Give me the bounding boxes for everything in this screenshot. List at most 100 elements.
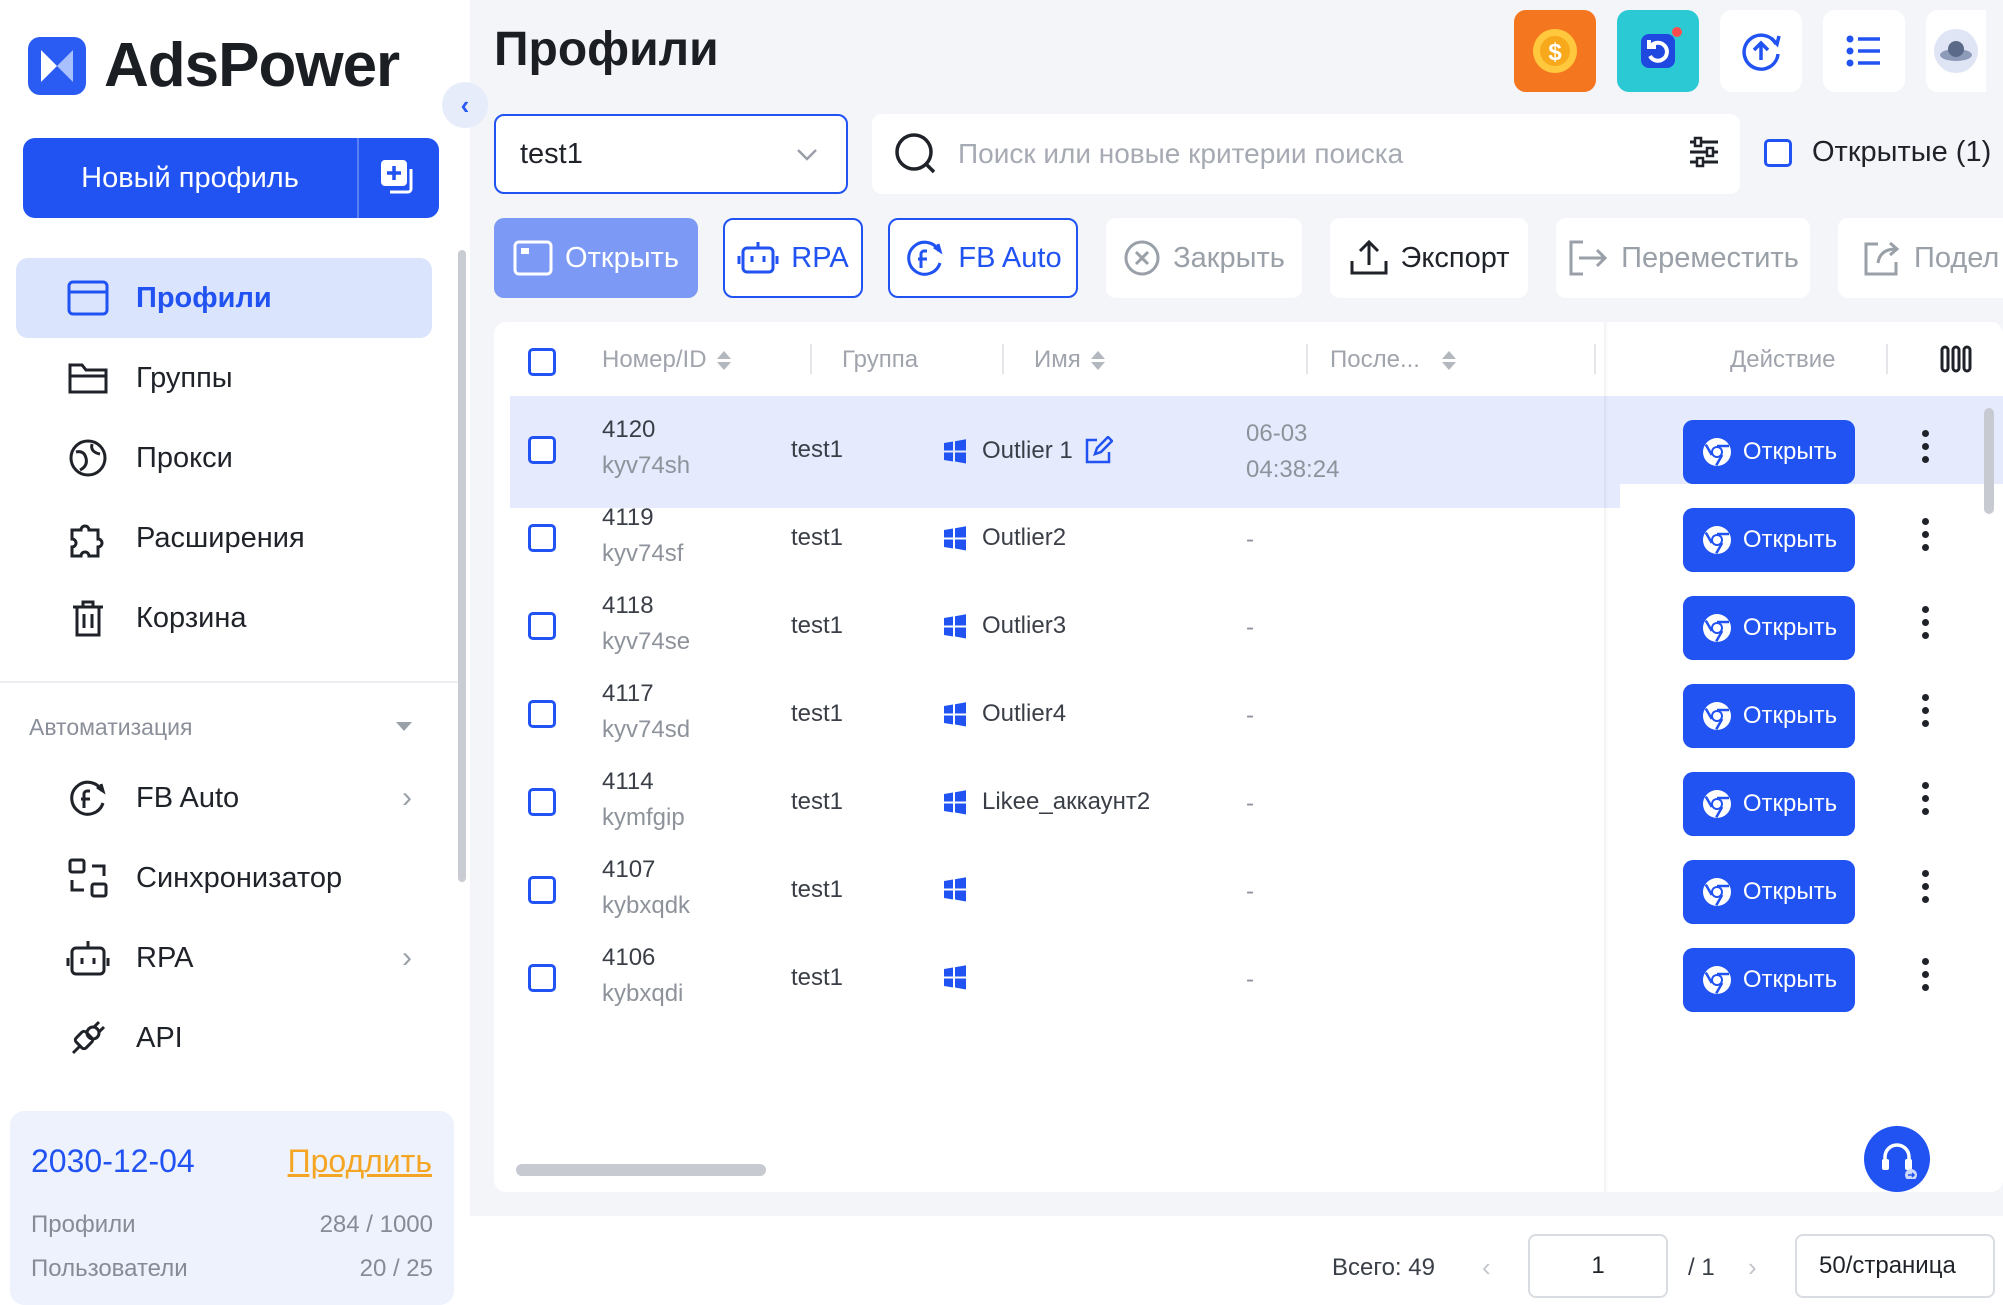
more-options-icon[interactable] xyxy=(1910,782,1940,821)
plan-expiry-date: 2030-12-04 xyxy=(31,1143,195,1179)
more-options-icon[interactable] xyxy=(1910,606,1940,645)
more-options-icon[interactable] xyxy=(1910,958,1940,997)
export-button[interactable]: Экспорт xyxy=(1330,218,1528,298)
row-checkbox[interactable] xyxy=(528,612,556,640)
row-checkbox[interactable] xyxy=(528,700,556,728)
column-header-last-opened[interactable]: После... xyxy=(1330,346,1456,374)
search-input[interactable] xyxy=(958,138,1638,170)
open-profile-label: Открыть xyxy=(1742,790,1838,817)
group-select[interactable]: test1 xyxy=(494,114,848,194)
opened-filter[interactable]: Открытые (1) xyxy=(1764,136,1991,169)
open-profile-button[interactable]: Открыть xyxy=(1683,596,1855,660)
row-checkbox[interactable] xyxy=(528,524,556,552)
row-checkbox[interactable] xyxy=(528,436,556,464)
open-profile-button[interactable]: Открыть xyxy=(1683,420,1855,484)
close-button[interactable]: Закрыть xyxy=(1106,218,1302,298)
profile-name: Outlier3 xyxy=(942,612,1066,640)
refresh-app-icon[interactable] xyxy=(1617,10,1699,92)
open-selected-button[interactable]: Открыть xyxy=(494,218,698,298)
sidebar-item-trash[interactable]: Корзина xyxy=(16,578,432,658)
open-profile-button[interactable]: Открыть xyxy=(1683,860,1855,924)
renew-link[interactable]: Продлить xyxy=(288,1143,432,1180)
open-profile-button[interactable]: Открыть xyxy=(1683,508,1855,572)
upload-sync-icon[interactable] xyxy=(1720,10,1802,92)
sidebar-scrollbar[interactable] xyxy=(458,250,466,882)
chevron-right-icon: › xyxy=(402,941,412,974)
brand-name: AdsPower xyxy=(104,31,400,100)
sidebar-item-profiles[interactable]: Профили xyxy=(16,258,432,338)
row-checkbox[interactable] xyxy=(528,788,556,816)
sidebar-item-rpa[interactable]: RPA › xyxy=(16,918,432,998)
new-profile-label[interactable]: Новый профиль xyxy=(23,138,359,218)
column-settings-icon[interactable] xyxy=(1940,344,1972,374)
column-header-group: Группа xyxy=(842,346,918,374)
sidebar-item-extensions[interactable]: Расширения xyxy=(16,498,432,578)
windows-icon xyxy=(942,525,968,551)
open-profile-button[interactable]: Открыть xyxy=(1683,684,1855,748)
sidebar-item-groups[interactable]: Группы xyxy=(16,338,432,418)
column-header-name[interactable]: Имя xyxy=(1034,346,1105,374)
search-icon xyxy=(892,130,938,181)
chrome-icon xyxy=(1701,700,1733,732)
profile-name: Likee_аккаунт2 xyxy=(942,788,1150,816)
profile-group: test1 xyxy=(791,436,844,463)
chrome-icon xyxy=(1701,876,1733,908)
open-profile-button[interactable]: Открыть xyxy=(1683,772,1855,836)
page-size-select[interactable]: 50/страница xyxy=(1795,1234,1995,1298)
chrome-icon xyxy=(1701,964,1733,996)
more-options-icon[interactable] xyxy=(1910,870,1940,909)
sidebar-item-proxy[interactable]: Прокси xyxy=(16,418,432,498)
move-button[interactable]: Переместить xyxy=(1556,218,1810,298)
open-profile-button[interactable]: Открыть xyxy=(1683,948,1855,1012)
column-divider xyxy=(1594,344,1596,374)
more-options-icon[interactable] xyxy=(1910,430,1940,469)
sidebar-item-label: RPA xyxy=(136,941,194,974)
opened-checkbox[interactable] xyxy=(1764,138,1792,167)
filter-settings-icon[interactable] xyxy=(1688,134,1720,175)
share-button[interactable]: Подел xyxy=(1838,218,2003,298)
fb-auto-button[interactable]: FB Auto xyxy=(888,218,1078,298)
chevron-right-icon[interactable]: › xyxy=(1748,1252,1757,1283)
table-header: Номер/ID Группа Имя После... Действие xyxy=(494,322,2003,394)
rpa-label: RPA xyxy=(791,241,849,274)
profile-group: test1 xyxy=(791,700,844,727)
horizontal-scrollbar[interactable] xyxy=(516,1164,766,1176)
last-opened: - xyxy=(1246,878,1254,905)
more-options-icon[interactable] xyxy=(1910,518,1940,557)
edit-icon[interactable] xyxy=(1083,436,1113,466)
sidebar-item-fb-auto[interactable]: FB Auto › xyxy=(16,758,432,838)
chevron-right-icon: › xyxy=(402,781,412,814)
batch-add-icon[interactable] xyxy=(359,138,439,218)
profile-name-text: Likee_аккаунт2 xyxy=(982,788,1151,815)
logo[interactable]: AdsPower xyxy=(28,30,400,101)
sort-icon[interactable] xyxy=(1090,350,1105,370)
sidebar-item-label: Расширения xyxy=(136,521,305,554)
column-header-id[interactable]: Номер/ID xyxy=(602,346,731,374)
caret-down-icon[interactable] xyxy=(396,722,412,731)
vertical-scrollbar[interactable] xyxy=(1984,408,1994,514)
table-row[interactable]: 4106 kybxqdi test1 - Открыть xyxy=(510,924,2003,1036)
select-all-checkbox[interactable] xyxy=(528,348,556,376)
profile-number: 4119 xyxy=(602,504,654,531)
avatar-icon[interactable] xyxy=(1926,10,1986,92)
sidebar-item-synchronizer[interactable]: Синхронизатор xyxy=(16,838,432,918)
sort-icon[interactable] xyxy=(716,350,731,370)
rpa-button[interactable]: RPA xyxy=(723,218,863,298)
new-profile-button[interactable]: Новый профиль xyxy=(23,138,439,218)
profile-number: 4120 xyxy=(602,416,656,443)
more-options-icon[interactable] xyxy=(1910,694,1940,733)
sidebar-item-label: Синхронизатор xyxy=(136,861,343,894)
coin-icon[interactable]: $ xyxy=(1514,10,1596,92)
support-chat-button[interactable] xyxy=(1864,1126,1930,1192)
sidebar-divider xyxy=(0,681,460,683)
list-icon[interactable] xyxy=(1823,10,1905,92)
move-icon xyxy=(1567,239,1609,277)
sidebar-item-api[interactable]: API xyxy=(16,998,432,1078)
collapse-sidebar-button[interactable]: ‹ xyxy=(442,82,488,128)
automation-section-title[interactable]: Автоматизация xyxy=(29,714,192,741)
sort-icon[interactable] xyxy=(1441,350,1456,370)
row-checkbox[interactable] xyxy=(528,964,556,992)
row-checkbox[interactable] xyxy=(528,876,556,904)
chevron-left-icon[interactable]: ‹ xyxy=(1482,1252,1491,1283)
page-number-input[interactable]: 1 xyxy=(1528,1234,1668,1298)
